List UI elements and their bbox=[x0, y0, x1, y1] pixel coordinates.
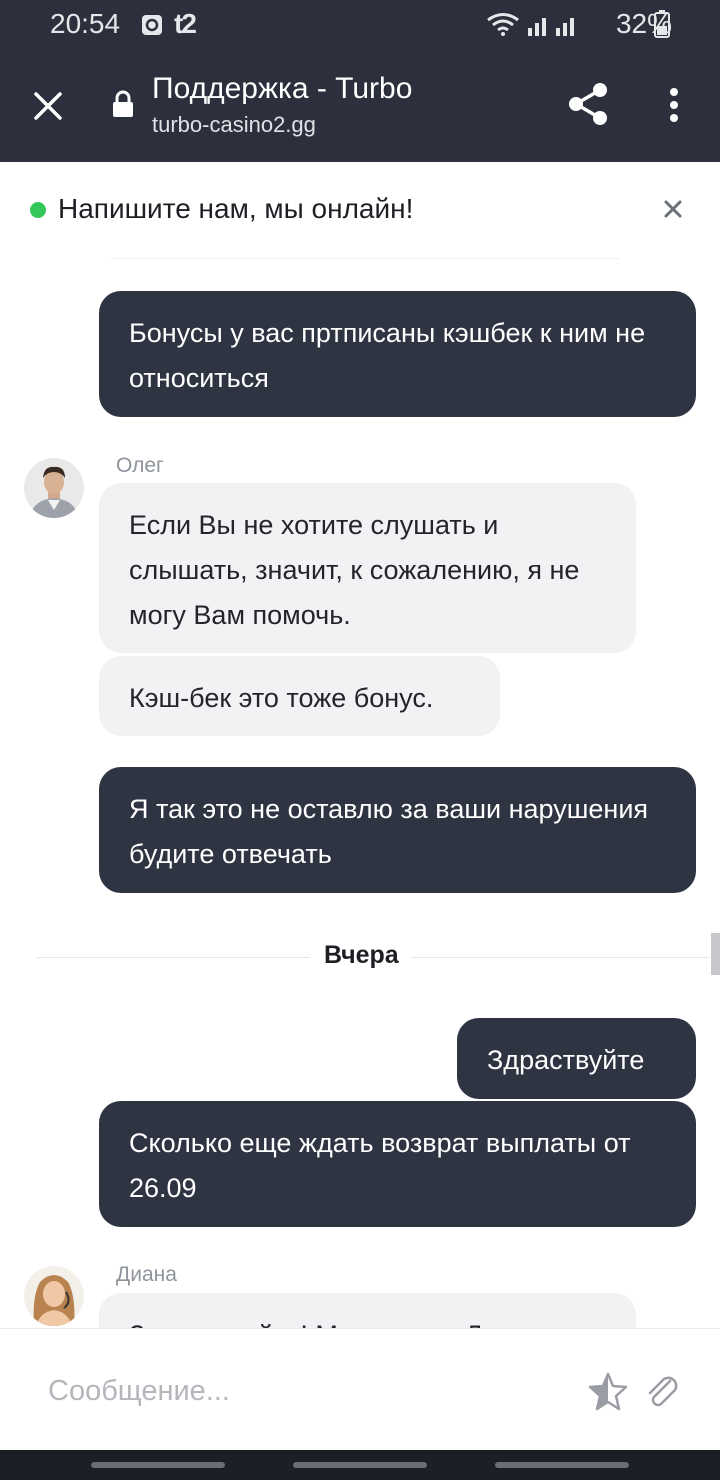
incoming-message: Кэш-бек это тоже бонус. bbox=[99, 656, 500, 736]
status-time: 20:54 bbox=[50, 8, 121, 39]
attach-button[interactable] bbox=[642, 1371, 682, 1411]
attach-icon bbox=[648, 1376, 678, 1407]
browser-toolbar: Поддержка - Turbo turbo-casino2.gg bbox=[0, 52, 720, 162]
chat-header: Напишите нам, мы онлайн! bbox=[0, 162, 720, 259]
day-separator-line bbox=[36, 957, 310, 958]
page-title: Поддержка - Turbo bbox=[152, 72, 413, 105]
agent-name-oleg: Олег bbox=[116, 454, 164, 477]
nav-home[interactable] bbox=[293, 1462, 427, 1468]
outgoing-message: Я так это не оставлю за ваши нарушения б… bbox=[99, 767, 696, 893]
nav-recent-apps[interactable] bbox=[91, 1462, 225, 1468]
agent-avatar-oleg bbox=[24, 458, 84, 518]
message-input[interactable] bbox=[46, 1365, 570, 1417]
header-divider bbox=[110, 258, 620, 259]
status-bar: 20:54 t2 32% bbox=[0, 0, 720, 52]
scrollbar-thumb[interactable] bbox=[711, 933, 720, 975]
system-nav-bar bbox=[0, 1450, 720, 1480]
wifi-icon bbox=[486, 12, 520, 41]
lock-icon bbox=[112, 90, 134, 123]
carrier-label: t2 bbox=[174, 8, 197, 39]
outgoing-message: Бонусы у вас пртписаны кэшбек к ним не о… bbox=[99, 291, 696, 417]
day-separator-label: Вчера bbox=[324, 941, 399, 969]
chat-header-title: Напишите нам, мы онлайн! bbox=[58, 193, 414, 224]
alarm-icon bbox=[141, 14, 163, 41]
close-icon bbox=[34, 92, 62, 120]
agent-avatar-diana bbox=[24, 1266, 84, 1326]
share-icon bbox=[569, 83, 607, 125]
online-status-dot bbox=[30, 202, 46, 218]
rate-button[interactable] bbox=[588, 1371, 628, 1411]
star-icon bbox=[588, 1372, 628, 1411]
more-options-button[interactable] bbox=[662, 84, 686, 132]
message-composer bbox=[0, 1328, 720, 1451]
share-button[interactable] bbox=[566, 80, 610, 128]
outgoing-message: Сколько еще ждать возврат выплаты от 26.… bbox=[99, 1101, 696, 1227]
agent-name-diana: Диана bbox=[116, 1263, 177, 1286]
battery-icon bbox=[654, 10, 670, 43]
close-icon bbox=[664, 200, 682, 218]
nav-back[interactable] bbox=[495, 1462, 629, 1468]
close-tab-button[interactable] bbox=[28, 86, 68, 126]
page-url[interactable]: turbo-casino2.gg bbox=[152, 112, 316, 138]
incoming-message: Если Вы не хотите слушать и слышать, зна… bbox=[99, 483, 636, 653]
close-chat-button[interactable] bbox=[662, 198, 684, 220]
more-vert-icon bbox=[670, 88, 678, 122]
day-separator-line bbox=[411, 957, 709, 958]
signal-icon bbox=[526, 12, 582, 41]
outgoing-message: Здраствуйте bbox=[457, 1018, 696, 1099]
